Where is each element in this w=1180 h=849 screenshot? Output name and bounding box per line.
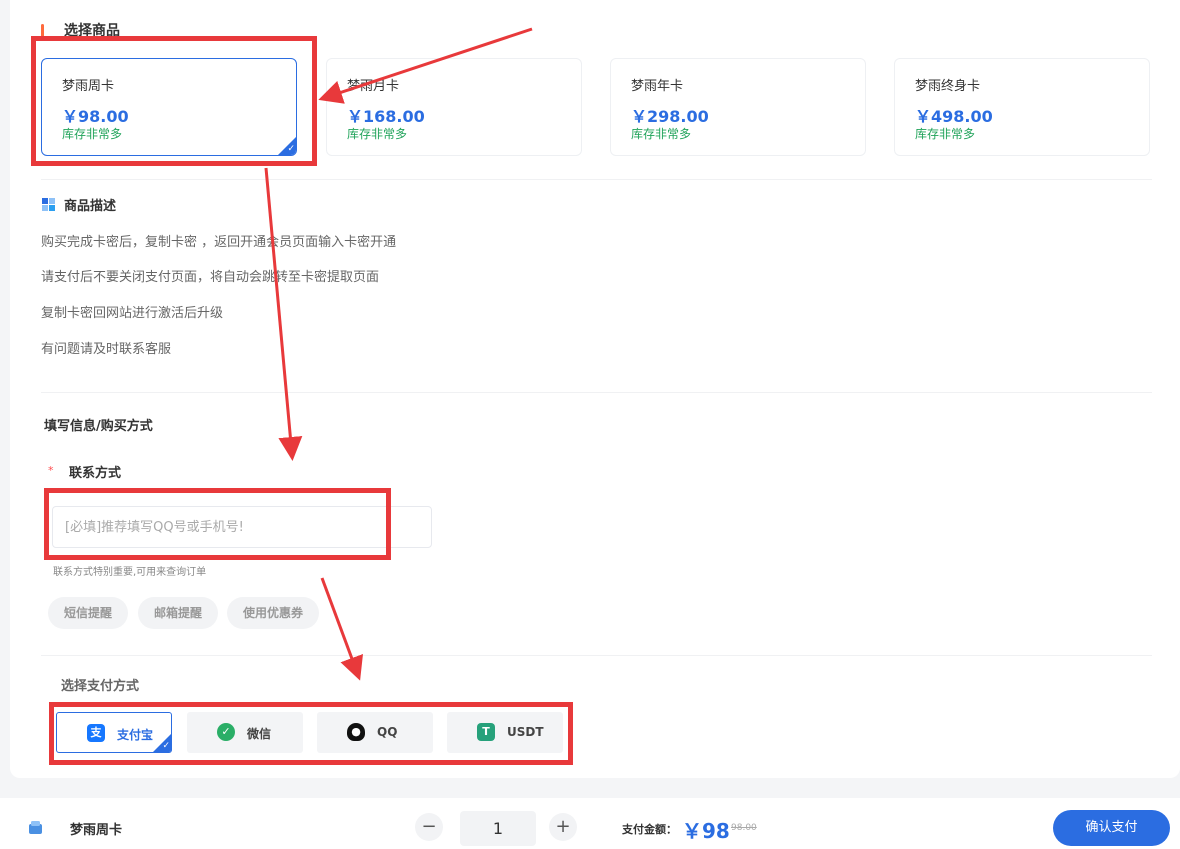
pay-wechat-button[interactable]: ✓ 微信 xyxy=(187,712,303,753)
product-name: 梦雨终身卡 xyxy=(915,79,981,94)
alipay-icon: 支 xyxy=(87,724,105,742)
quantity-plus-button[interactable]: + xyxy=(549,813,577,841)
bottom-bar xyxy=(0,798,1180,849)
description-title: 商品描述 xyxy=(64,199,117,214)
description-line: 请支付后不要关闭支付页面，将自动会跳转至卡密提取页面 xyxy=(41,270,380,285)
select-product-title: 选择商品 xyxy=(64,23,120,39)
selected-check-icon: ✓ xyxy=(278,137,296,155)
product-price: ￥498.00 xyxy=(915,107,993,126)
divider xyxy=(41,179,1152,180)
pay-method-label: USDT xyxy=(507,725,544,739)
product-name: 梦雨年卡 xyxy=(631,79,684,94)
email-reminder-button[interactable]: 邮箱提醒 xyxy=(138,597,218,629)
use-coupon-button[interactable]: 使用优惠券 xyxy=(227,597,319,629)
pay-alipay-button[interactable]: 支 支付宝 ✓ xyxy=(56,712,172,753)
amount-value: ￥98 xyxy=(682,819,730,843)
contact-hint: 联系方式特别重要,可用来查询订单 xyxy=(53,567,207,578)
product-card-week[interactable]: 梦雨周卡 ￥98.00 库存非常多 ✓ xyxy=(41,58,297,156)
description-line: 购买完成卡密后，复制卡密 ，返回开通会员页面输入卡密开通 xyxy=(41,235,397,250)
qq-icon: ● xyxy=(347,723,365,741)
amount-label: 支付金额： xyxy=(622,823,677,836)
divider xyxy=(41,655,1152,656)
product-stock: 库存非常多 xyxy=(915,127,976,141)
contact-input[interactable] xyxy=(52,506,432,548)
product-name: 梦雨月卡 xyxy=(347,79,400,94)
bottom-product-name: 梦雨周卡 xyxy=(70,823,123,838)
selected-check-icon: ✓ xyxy=(153,734,171,752)
required-mark: * xyxy=(48,464,54,477)
pay-method-label: 微信 xyxy=(247,727,272,741)
title-accent-bar xyxy=(41,24,44,37)
product-price: ￥298.00 xyxy=(631,107,709,126)
description-line: 有问题请及时联系客服 xyxy=(41,342,172,357)
pay-usdt-button[interactable]: T USDT xyxy=(447,712,563,753)
product-stock: 库存非常多 xyxy=(631,127,692,141)
payment-title: 选择支付方式 xyxy=(61,679,140,694)
grid-icon xyxy=(42,198,55,211)
confirm-pay-button[interactable]: 确认支付 xyxy=(1053,810,1170,846)
quantity-input[interactable] xyxy=(460,811,536,846)
product-price: ￥168.00 xyxy=(347,107,425,126)
pay-method-label: QQ xyxy=(377,725,398,739)
contact-label: 联系方式 xyxy=(69,466,122,481)
form-title: 填写信息/购买方式 xyxy=(44,419,153,434)
divider xyxy=(41,392,1152,393)
product-card-lifetime[interactable]: 梦雨终身卡 ￥498.00 库存非常多 xyxy=(894,58,1150,156)
usdt-icon: T xyxy=(477,723,495,741)
product-stock: 库存非常多 xyxy=(347,127,408,141)
pay-qq-button[interactable]: ● QQ xyxy=(317,712,433,753)
quantity-minus-button[interactable]: − xyxy=(415,813,443,841)
wechat-icon: ✓ xyxy=(217,723,235,741)
shopping-bag-icon xyxy=(29,821,42,834)
product-stock: 库存非常多 xyxy=(62,127,123,141)
product-card-year[interactable]: 梦雨年卡 ￥298.00 库存非常多 xyxy=(610,58,866,156)
product-card-month[interactable]: 梦雨月卡 ￥168.00 库存非常多 xyxy=(326,58,582,156)
sms-reminder-button[interactable]: 短信提醒 xyxy=(48,597,128,629)
product-name: 梦雨周卡 xyxy=(62,79,115,94)
product-price: ￥98.00 xyxy=(62,107,129,126)
original-amount: 98.00 xyxy=(731,823,757,833)
pay-method-label: 支付宝 xyxy=(117,728,154,742)
description-line: 复制卡密回网站进行激活后升级 xyxy=(41,306,224,321)
